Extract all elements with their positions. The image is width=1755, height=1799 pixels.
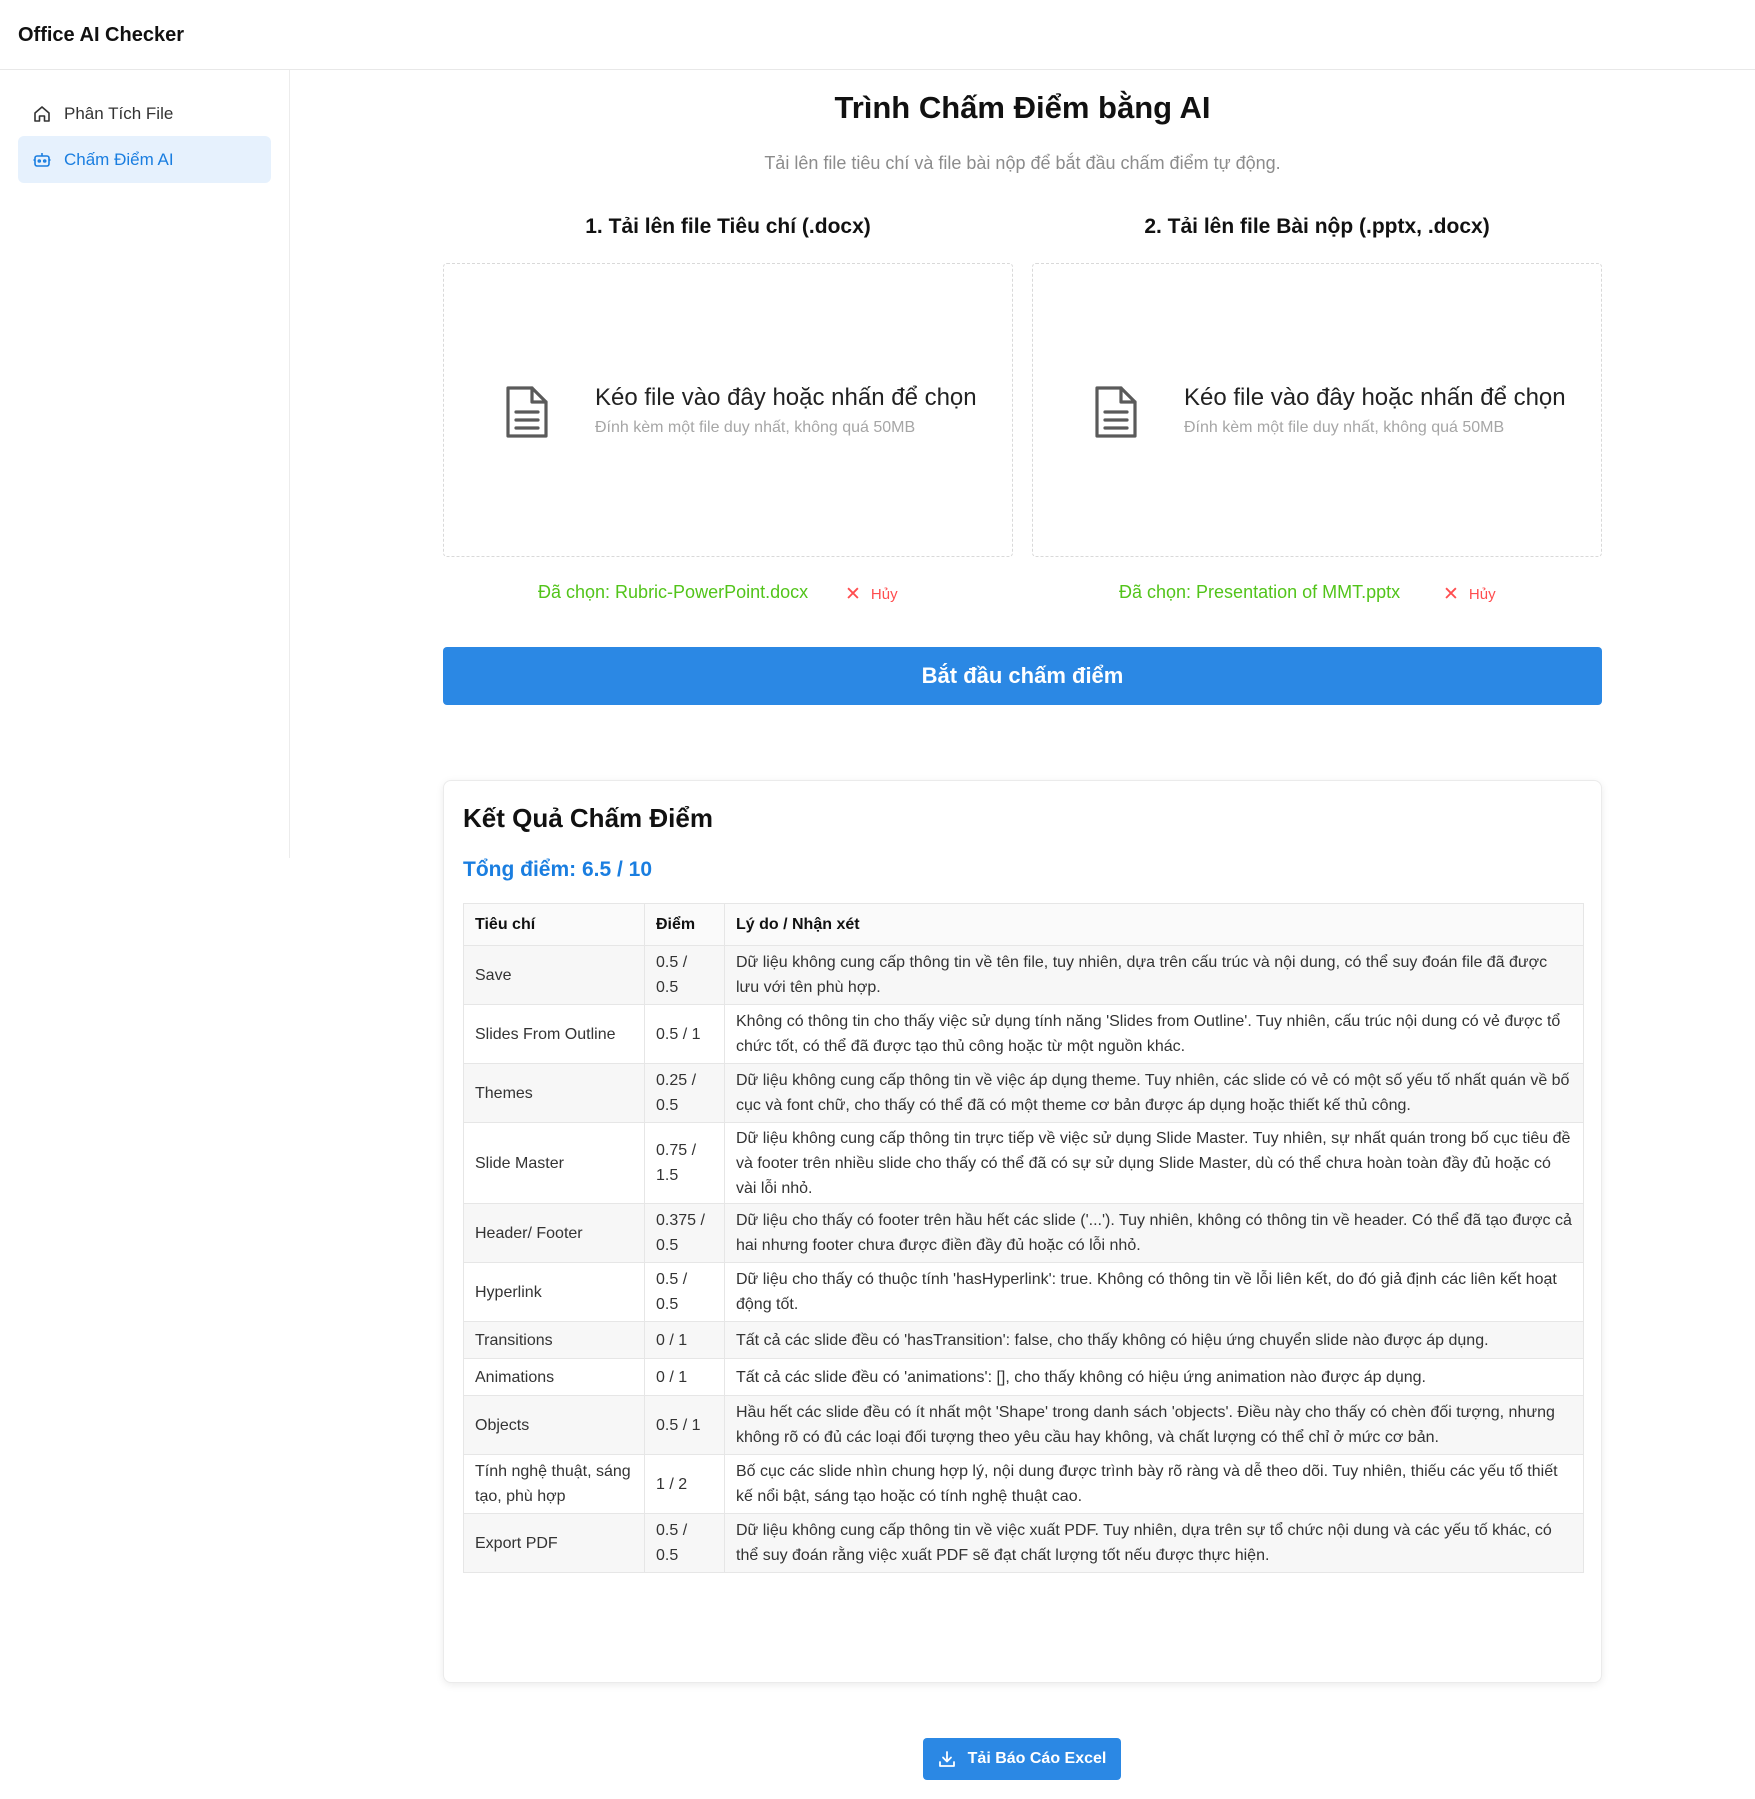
download-icon [938,1750,956,1768]
comment-cell: Hầu hết các slide đều có ít nhất một 'Sh… [724,1395,1584,1455]
cancel-label: Hủy [870,586,898,603]
score-cell: 1 / 2 [644,1454,725,1514]
table-row: Export PDF 0.5 / 0.5 Dữ liệu không cung cấ… [463,1513,1584,1573]
criterion-cell: Header/ Footer [463,1203,645,1263]
start-grading-button[interactable]: Bắt đầu chấm điểm [443,647,1602,705]
table-row: Tính nghệ thuật, sáng tạo, phù hợp 1 / 2B… [463,1454,1584,1514]
close-icon: ✕ [1443,584,1459,605]
results-card: Kết Quả Chấm Điểm Tổng điểm: 6.5 / 10 Ti… [443,780,1602,1683]
score-cell: 0.5 / 0.5 [644,1513,725,1573]
criterion-cell: Export PDF [463,1513,645,1573]
score-cell: 0 / 1 [644,1358,725,1396]
criterion-cell: Slide Master [463,1122,645,1204]
score-cell: 0.5 / 1 [644,1004,725,1064]
sidebar: Phân Tích File Chấm Điểm AI [0,70,290,858]
comment-cell: Dữ liệu không cung cấp thông tin về việc… [724,1063,1584,1123]
table-row: Slides From Outline 0.5 / 1 Không có thông… [463,1004,1584,1064]
app-title: Office AI Checker [18,24,184,46]
score-cell: 0 / 1 [644,1321,725,1359]
criterion-cell: Animations [463,1358,645,1396]
column-header: Điểm [644,903,725,946]
table-row: Hyperlink 0.5 / 0.5 Dữ liệu cho thấy có th… [463,1262,1584,1322]
dropzone-hint: Đính kèm một file duy nhất, không quá 50… [595,419,916,436]
sidebar-item-cham-diem-ai[interactable]: Chấm Điểm AI [18,136,271,183]
results-title: Kết Quả Chấm Điểm [463,803,713,833]
criteria-dropzone[interactable]: Kéo file vào đây hoặc nhấn để chọn Đính … [443,263,1013,557]
dropzone-text: Kéo file vào đây hoặc nhấn để chọn [1184,384,1566,411]
column-header: Tiêu chí [463,903,645,946]
download-excel-button[interactable]: Tải Báo Cáo Excel [923,1738,1121,1780]
home-icon [32,104,52,124]
score-cell: 0.5 / 0.5 [644,1262,725,1322]
close-icon: ✕ [845,584,861,605]
table-row: Transitions 0 / 1 Tất cả các slide đều có … [463,1321,1584,1359]
total-score: Tổng điểm: 6.5 / 10 [463,858,653,881]
comment-cell: Dữ liệu không cung cấp thông tin trực ti… [724,1122,1584,1204]
comment-cell: Dữ liệu không cung cấp thông tin về tên … [724,945,1584,1005]
file-icon [502,382,552,442]
score-cell: 0.5 / 1 [644,1395,725,1455]
cancel-label: Hủy [1468,586,1496,603]
submission-selected-file: Đã chọn: Presentation of MMT.pptx [1119,582,1401,602]
score-cell: 0.75 / 1.5 [644,1122,725,1204]
criterion-cell: Objects [463,1395,645,1455]
dropzone-hint: Đính kèm một file duy nhất, không quá 50… [1184,419,1505,436]
criterion-cell: Themes [463,1063,645,1123]
table-row: Themes 0.25 / 0.5 Dữ liệu không cung cấp t… [463,1063,1584,1123]
robot-icon [32,150,52,170]
download-excel-label: Tải Báo Cáo Excel [967,1750,1107,1767]
criterion-cell: Hyperlink [463,1262,645,1322]
page-subtitle: Tải lên file tiêu chí và file bài nộp để… [764,153,1281,173]
submission-cancel-button[interactable]: ✕ Hủy [1443,583,1496,606]
submission-dropzone[interactable]: Kéo file vào đây hoặc nhấn để chọn Đính … [1032,263,1602,557]
score-cell: 0.375 / 0.5 [644,1203,725,1263]
comment-cell: Tất cả các slide đều có 'hasTransition':… [724,1321,1584,1359]
comment-cell: Dữ liệu cho thấy có footer trên hầu hết … [724,1203,1584,1263]
comment-cell: Bố cục các slide nhìn chung hợp lý, nội … [724,1454,1584,1514]
criteria-cancel-button[interactable]: ✕ Hủy [845,583,898,606]
submission-upload-heading: 2. Tải lên file Bài nộp (.pptx, .docx) [1144,215,1490,238]
table-row: Animations 0 / 1 Tất cả các slide đều có '… [463,1358,1584,1396]
comment-cell: Tất cả các slide đều có 'animations': []… [724,1358,1584,1396]
criterion-cell: Tính nghệ thuật, sáng tạo, phù hợp [463,1454,645,1514]
criterion-cell: Transitions [463,1321,645,1359]
criteria-upload-heading: 1. Tải lên file Tiêu chí (.docx) [585,215,871,238]
criterion-cell: Slides From Outline [463,1004,645,1064]
sidebar-item-phan-tich-file[interactable]: Phân Tích File [18,90,271,137]
table-row: Slide Master 0.75 / 1.5 Dữ liệu không cung… [463,1122,1584,1204]
table-row: Header/ Footer 0.375 / 0.5 Dữ liệu cho thấ… [463,1203,1584,1263]
page-title: Trình Chấm Điểm bằng AI [834,90,1211,125]
score-cell: 0.5 / 0.5 [644,945,725,1005]
top-bar: Office AI Checker [0,0,1755,70]
criteria-selected-file: Đã chọn: Rubric-PowerPoint.docx [538,582,809,602]
table-row: Save 0.5 / 0.5 Dữ liệu không cung cấp thôn… [463,945,1584,1005]
table-header-row: Tiêu chí Điểm Lý do / Nhận xét [463,903,1584,946]
table-row: Objects 0.5 / 1 Hầu hết các slide đều có í… [463,1395,1584,1455]
score-cell: 0.25 / 0.5 [644,1063,725,1123]
sidebar-item-label: Chấm Điểm AI [64,149,174,169]
comment-cell: Dữ liệu cho thấy có thuộc tính 'hasHyper… [724,1262,1584,1322]
comment-cell: Không có thông tin cho thấy việc sử dụng… [724,1004,1584,1064]
file-icon [1091,382,1141,442]
column-header: Lý do / Nhận xét [724,903,1584,946]
dropzone-text: Kéo file vào đây hoặc nhấn để chọn [595,384,977,411]
grades-table: Tiêu chí Điểm Lý do / Nhận xét Save 0.5 /… [463,903,1584,1573]
criterion-cell: Save [463,945,645,1005]
sidebar-item-label: Phân Tích File [64,103,174,123]
comment-cell: Dữ liệu không cung cấp thông tin về việc… [724,1513,1584,1573]
